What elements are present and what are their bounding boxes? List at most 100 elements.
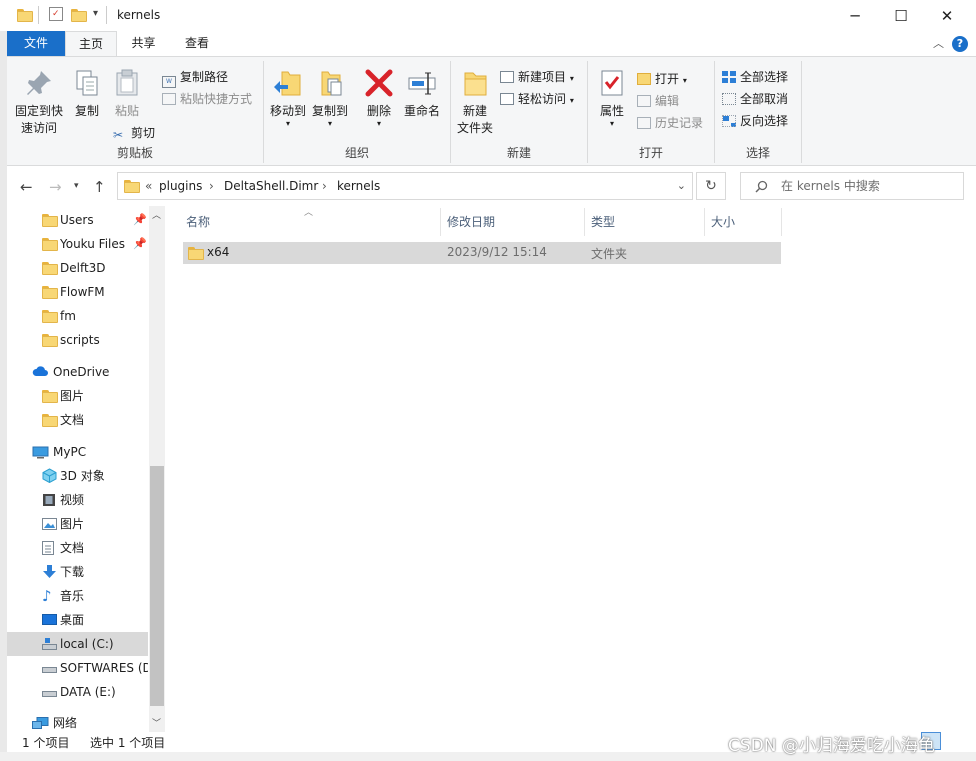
column-header-type[interactable]: 类型 [591, 213, 615, 231]
cut-button[interactable]: ✂ 剪切 [113, 123, 155, 143]
column-header-size[interactable]: 大小 [711, 213, 735, 231]
collapse-ribbon-icon[interactable]: ︿ [933, 35, 944, 51]
move-to-button[interactable]: 移动到 ▾ [268, 67, 308, 128]
refresh-button[interactable]: ↻ [696, 172, 726, 200]
history-button[interactable]: 历史记录 [637, 113, 703, 133]
scroll-up-icon[interactable]: ︿ [152, 208, 161, 221]
group-label-new: 新建 [506, 146, 531, 160]
new-folder-quick-icon[interactable] [71, 9, 87, 22]
nav-item-music[interactable]: ♪ 音乐 [7, 584, 148, 608]
nav-label: 下载 [60, 565, 85, 579]
delete-button[interactable]: 删除 ▾ [362, 67, 396, 128]
nav-item-youku-files[interactable]: Youku Files 📌 [7, 232, 148, 256]
select-none-button[interactable]: 全部取消 [722, 89, 788, 109]
copy-path-button[interactable]: W 复制路径 [162, 67, 228, 88]
nav-item-fm[interactable]: fm [7, 304, 148, 328]
edit-button[interactable]: 编辑 [637, 91, 679, 111]
group-label-select: 选择 [745, 146, 770, 160]
properties-quick-icon[interactable]: ✓ [49, 7, 63, 21]
nav-item-onedrive-documents[interactable]: 文档 [7, 408, 148, 432]
address-bar[interactable]: « plugins › DeltaShell.Dimr › kernels ⌄ [117, 172, 693, 200]
paste-shortcut-button[interactable]: 粘贴快捷方式 [162, 89, 252, 109]
nav-item-data-e[interactable]: DATA (E:) [7, 680, 148, 704]
new-item-button[interactable]: 新建项目 ▾ [500, 67, 574, 87]
easy-access-button[interactable]: 轻松访问 ▾ [500, 89, 574, 109]
nav-item-3d-objects[interactable]: 3D 对象 [7, 464, 148, 488]
scrollbar-thumb[interactable] [150, 466, 164, 706]
column-header-modified[interactable]: 修改日期 [447, 213, 495, 231]
properties-button[interactable]: 属性 ▾ [592, 67, 632, 128]
tab-view[interactable]: 查看 [172, 31, 222, 56]
breadcrumb-separator: › [322, 179, 327, 193]
copy-button[interactable]: 复制 [69, 67, 105, 120]
column-separator[interactable] [704, 208, 705, 236]
forward-arrow-icon[interactable]: → [49, 178, 62, 196]
download-arrow-icon [43, 565, 56, 578]
nav-item-local-c[interactable]: local (C:) [7, 632, 148, 656]
nav-item-videos[interactable]: 视频 [7, 488, 148, 512]
history-icon [637, 117, 651, 129]
edit-icon [637, 95, 651, 107]
up-arrow-icon[interactable]: ↑ [93, 178, 106, 196]
column-separator[interactable] [584, 208, 585, 236]
copy-to-button[interactable]: 复制到 ▾ [310, 67, 350, 128]
column-separator[interactable] [781, 208, 782, 236]
help-icon[interactable]: ? [952, 36, 968, 52]
nav-item-users[interactable]: Users 📌 [7, 208, 148, 232]
back-arrow-icon[interactable]: ← [20, 178, 33, 196]
close-button[interactable]: ✕ [924, 0, 970, 31]
nav-item-desktop[interactable]: 桌面 [7, 608, 148, 632]
open-button[interactable]: 打开 ▾ [637, 69, 687, 89]
nav-item-onedrive-pictures[interactable]: 图片 [7, 384, 148, 408]
scroll-down-icon[interactable]: ﹀ [152, 716, 161, 729]
new-folder-button[interactable]: 新建 文件夹 [453, 67, 497, 137]
maximize-button[interactable]: ☐ [878, 0, 924, 31]
nav-item-delft3d[interactable]: Delft3D [7, 256, 148, 280]
tab-share[interactable]: 共享 [121, 31, 166, 56]
address-history-chevron-icon[interactable]: ⌄ [677, 179, 686, 192]
column-header-name[interactable]: 名称 [186, 213, 210, 231]
breadcrumb-separator: › [209, 179, 214, 193]
select-all-button[interactable]: 全部选择 [722, 67, 788, 87]
rename-button[interactable]: 重命名 [400, 67, 444, 120]
nav-item-documents[interactable]: 文档 [7, 536, 148, 560]
copy-to-label: 复制到 [311, 104, 348, 118]
nav-item-downloads[interactable]: 下载 [7, 560, 148, 584]
search-box[interactable] [740, 172, 964, 200]
large-icons-view-icon[interactable] [945, 734, 961, 748]
nav-item-softwares-d[interactable]: SOFTWARES (D [7, 656, 148, 680]
file-row[interactable]: x64 2023/9/12 15:14 文件夹 [183, 242, 781, 264]
breadcrumb-plugins[interactable]: plugins [159, 179, 202, 193]
pinned-icon: 📌 [133, 237, 147, 250]
nav-item-mypc[interactable]: MyPC [7, 440, 148, 464]
tab-home[interactable]: 主页 [65, 31, 117, 56]
nav-scrollbar[interactable]: ︿ ﹀ [149, 206, 165, 732]
background-window-strip [0, 0, 7, 761]
column-separator[interactable] [440, 208, 441, 236]
search-input[interactable] [779, 178, 963, 194]
chevron-down-icon: ▾ [682, 76, 687, 85]
chevron-down-icon: ▾ [327, 119, 332, 128]
breadcrumb-overflow[interactable]: « [145, 179, 152, 193]
nav-item-scripts[interactable]: scripts [7, 328, 148, 352]
open-label: 打开 [655, 72, 680, 86]
music-note-icon: ♪ [42, 587, 52, 605]
breadcrumb-kernels[interactable]: kernels [337, 179, 380, 193]
history-label: 历史记录 [655, 116, 704, 130]
nav-item-onedrive[interactable]: OneDrive [7, 360, 148, 384]
recent-locations-icon[interactable]: ▾ [74, 181, 79, 191]
invert-selection-button[interactable]: 反向选择 [722, 111, 788, 131]
minimize-button[interactable]: ─ [832, 0, 878, 31]
nav-item-flowfm[interactable]: FlowFM [7, 280, 148, 304]
tab-file[interactable]: 文件 [7, 31, 65, 56]
pin-label-2: 速访问 [20, 121, 57, 135]
customize-quick-access-icon[interactable]: ▾ [93, 8, 98, 19]
paste-button[interactable]: 粘贴 [109, 67, 145, 120]
drive-icon [42, 691, 57, 697]
sort-ascending-icon: ︿ [304, 208, 314, 218]
scissors-icon: ✂ [113, 128, 124, 142]
folder-icon [188, 247, 204, 260]
nav-item-pictures[interactable]: 图片 [7, 512, 148, 536]
pin-quick-access-button[interactable]: 固定到快 速访问 [13, 67, 65, 137]
breadcrumb-deltashell-dimr[interactable]: DeltaShell.Dimr [224, 179, 318, 193]
